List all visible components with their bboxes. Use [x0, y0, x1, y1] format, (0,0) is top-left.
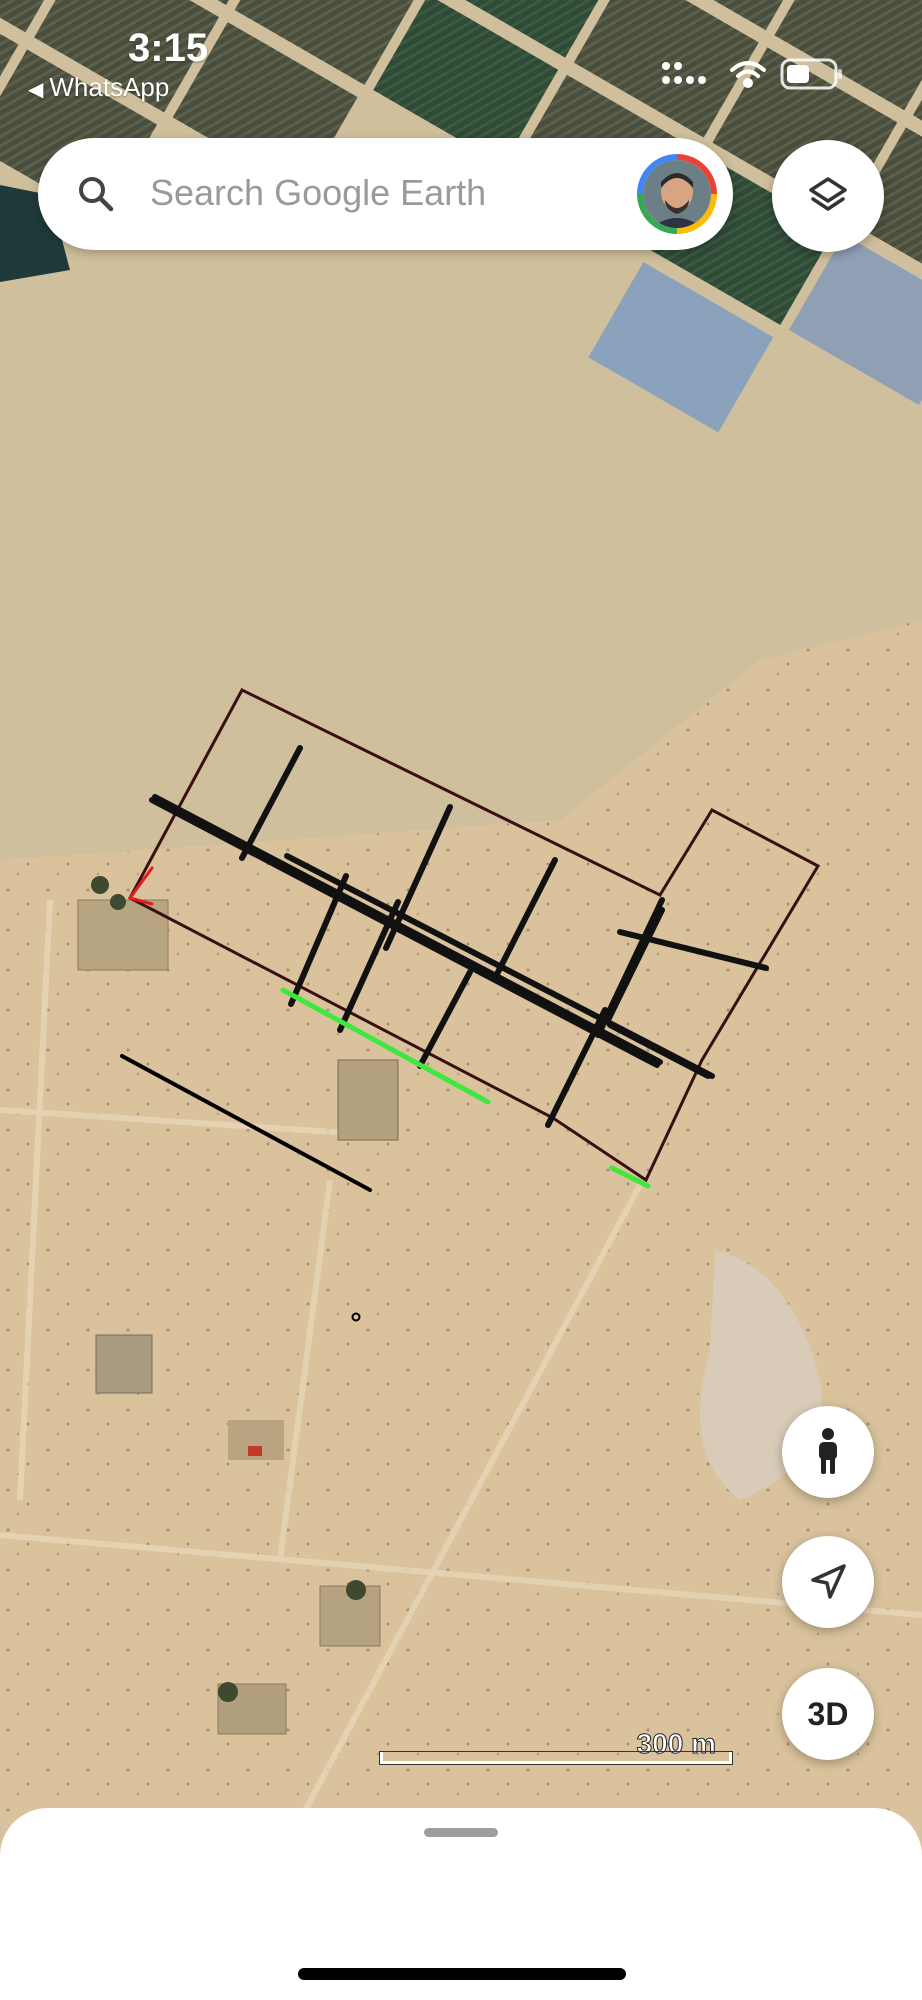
- scale-bar: 300 m: [380, 1728, 734, 1770]
- scale-ruler: [380, 1752, 732, 1764]
- my-location-button[interactable]: [782, 1536, 874, 1628]
- bottom-sheet[interactable]: [0, 1808, 922, 2000]
- search-icon: [79, 177, 114, 212]
- search-input[interactable]: Search Google Earth: [150, 172, 486, 214]
- navigation-arrow-icon: [811, 1564, 846, 1599]
- wifi-icon: [730, 61, 766, 88]
- sheet-drag-handle[interactable]: [424, 1828, 498, 1837]
- 3d-toggle-button[interactable]: 3D: [782, 1668, 874, 1760]
- home-indicator[interactable]: [298, 1968, 626, 1980]
- status-icons: [662, 58, 842, 90]
- pegman-icon: [819, 1428, 837, 1474]
- user-photo-icon: [643, 160, 711, 228]
- 3d-label: 3D: [807, 1695, 849, 1732]
- layers-button[interactable]: [772, 140, 884, 252]
- back-to-app-link[interactable]: ◀ WhatsApp: [28, 72, 169, 103]
- back-app-label: WhatsApp: [49, 72, 170, 102]
- status-bar: 3:15 ◀ WhatsApp: [0, 0, 922, 110]
- satellite-map[interactable]: [0, 0, 922, 1820]
- street-view-button[interactable]: [782, 1406, 874, 1498]
- back-triangle-icon: ◀: [28, 79, 44, 101]
- cellular-signal-icon: [662, 62, 706, 84]
- search-bar[interactable]: Search Google Earth: [38, 138, 733, 250]
- account-avatar[interactable]: [637, 154, 717, 234]
- layers-icon: [809, 177, 847, 211]
- clock-time: 3:15: [128, 26, 209, 70]
- battery-icon: [780, 58, 842, 90]
